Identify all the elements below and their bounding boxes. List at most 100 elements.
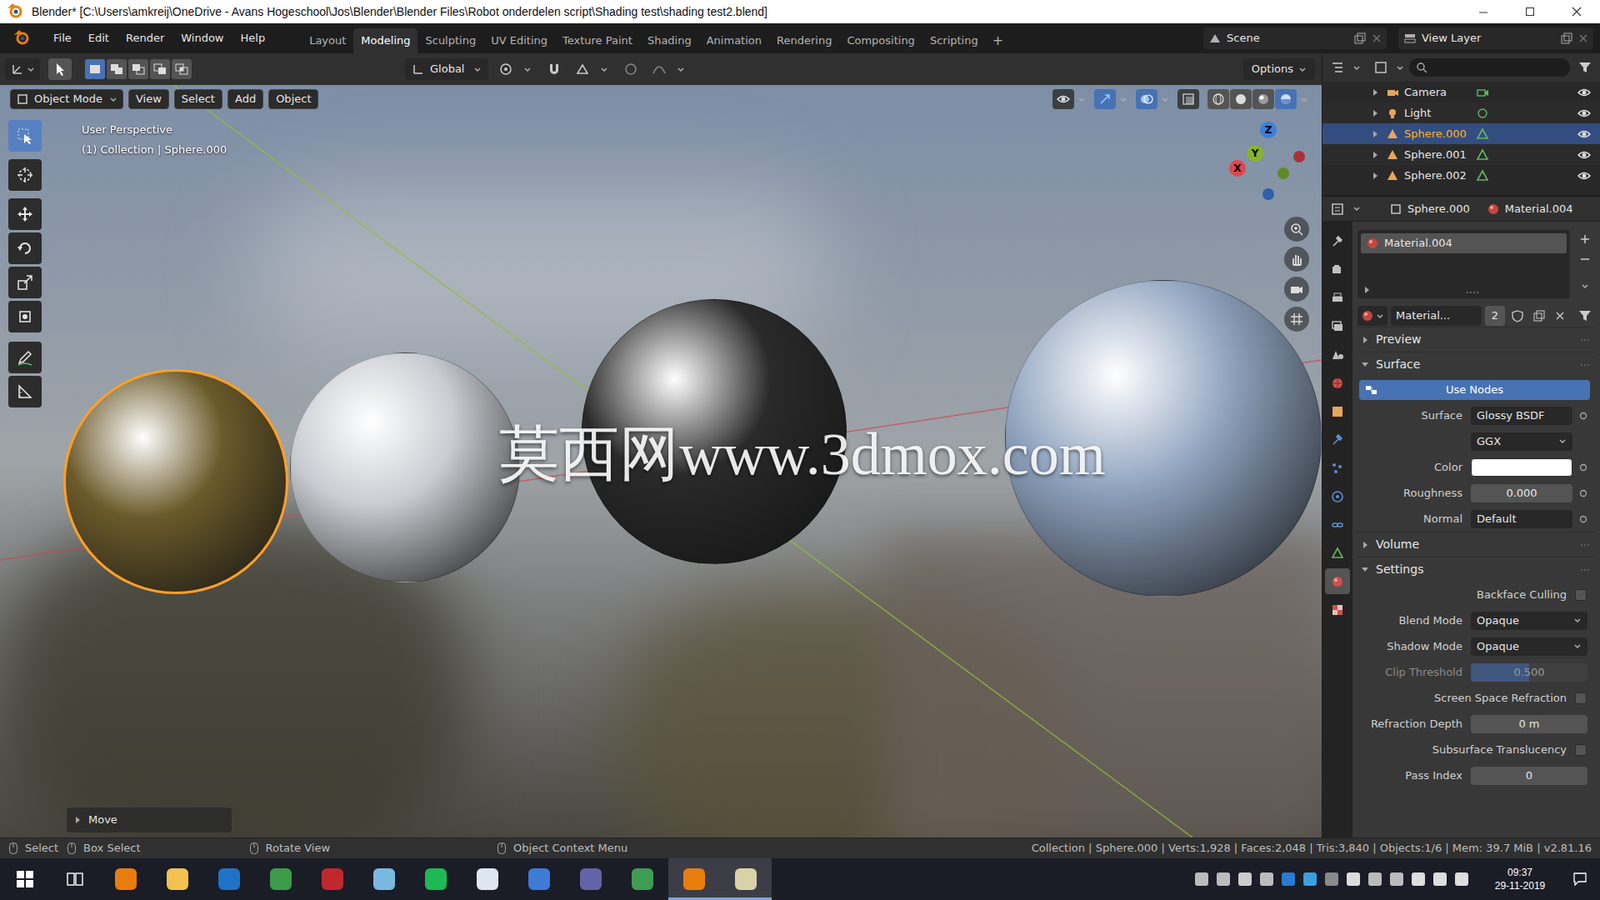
outliner-label[interactable]: Sphere.000 (1404, 125, 1476, 143)
mode-label[interactable]: Object Mode (34, 90, 105, 108)
taskbar-app[interactable] (616, 858, 669, 900)
socket-icon[interactable] (1577, 513, 1590, 525)
orientation-value[interactable]: Global (430, 60, 469, 78)
annotate-tool-icon[interactable] (8, 341, 42, 374)
measure-tool-icon[interactable] (8, 375, 42, 408)
socket-icon[interactable] (1577, 461, 1590, 474)
tray-icon[interactable] (1195, 872, 1209, 886)
tray-icon[interactable] (1325, 872, 1339, 886)
material-tab-icon[interactable] (1325, 568, 1350, 595)
gizmo-negative-axis[interactable] (1277, 167, 1290, 180)
overlay-icon[interactable] (1135, 89, 1158, 110)
properties-editor-icon[interactable] (1327, 200, 1348, 219)
world-tab-icon[interactable] (1325, 370, 1350, 396)
panel-title[interactable]: Settings (1375, 560, 1424, 579)
field-value[interactable]: Opaque (1476, 638, 1570, 655)
maximize-icon[interactable] (1506, 0, 1554, 24)
eye-icon[interactable] (1576, 127, 1592, 141)
output-tab-icon[interactable] (1325, 285, 1350, 311)
app-menu[interactable] (0, 23, 45, 54)
slot-label[interactable]: Material.004 (1384, 235, 1453, 252)
panel-title[interactable]: Surface (1375, 355, 1420, 374)
socket-icon[interactable] (1577, 410, 1590, 422)
copy-icon[interactable] (1530, 305, 1549, 326)
gizmo-axis[interactable]: X (1229, 160, 1246, 177)
tray-icon[interactable] (1303, 872, 1317, 886)
outliner-label[interactable]: Camera (1404, 84, 1476, 101)
taskbar-app[interactable] (203, 858, 255, 900)
taskbar-app[interactable] (255, 858, 307, 900)
taskbar-app[interactable] (461, 858, 514, 900)
display-mode-icon[interactable] (1370, 58, 1391, 77)
tray-icon[interactable] (1411, 872, 1425, 886)
select-tool-icon[interactable] (8, 120, 42, 152)
taskbar-app[interactable] (720, 858, 772, 900)
date[interactable]: 29-11-2019 (1495, 879, 1546, 893)
cursor-tool-icon[interactable] (8, 159, 42, 191)
physics-tab-icon[interactable] (1325, 483, 1350, 510)
scene-name[interactable]: Scene (1226, 30, 1349, 47)
close-icon[interactable] (1553, 0, 1600, 24)
select-mode-intersect-icon[interactable] (171, 59, 192, 80)
tray-icon[interactable] (1368, 872, 1382, 886)
data-tab-icon[interactable] (1325, 540, 1350, 566)
panel-header[interactable]: Surface (1357, 351, 1595, 377)
panel-title[interactable]: Volume (1375, 535, 1420, 554)
panel-header[interactable]: Preview (1357, 326, 1595, 352)
panel-title[interactable]: Preview (1375, 330, 1422, 349)
field-value[interactable]: Default (1476, 510, 1567, 528)
rotate-tool-icon[interactable] (8, 232, 42, 265)
gizmo-icon[interactable] (1094, 89, 1116, 110)
pivot-icon[interactable] (495, 58, 517, 80)
clock[interactable]: 09:3729-11-2019 (1485, 865, 1555, 893)
outliner-search[interactable] (1409, 58, 1570, 77)
shading-wireframe-icon[interactable] (1207, 89, 1230, 110)
user-count[interactable]: 2 (1485, 305, 1505, 326)
dropdown-field[interactable]: Glossy BSDF (1470, 406, 1573, 425)
dropdown-field[interactable]: Opaque (1470, 637, 1588, 656)
filter-icon[interactable] (1575, 58, 1595, 77)
outliner-row[interactable]: Sphere.002 (1322, 165, 1600, 186)
taskbar-app[interactable] (358, 858, 410, 900)
snap-icon[interactable] (543, 58, 565, 80)
outliner-row[interactable]: Sphere.000 (1322, 123, 1600, 145)
color-swatch[interactable] (1470, 458, 1573, 477)
menu-item[interactable]: Edit (80, 26, 118, 50)
viewport-menu[interactable]: Object (268, 89, 319, 110)
workspace-tab[interactable]: Scripting (922, 28, 986, 54)
grid-icon[interactable] (1284, 306, 1310, 332)
notification-icon[interactable] (1563, 858, 1597, 900)
material-browse[interactable] (1357, 305, 1388, 326)
filter-icon[interactable] (1575, 305, 1595, 326)
viewport[interactable]: Object ModeViewSelectAddObjectUser Persp… (0, 85, 1322, 838)
checkbox[interactable] (1575, 692, 1587, 705)
snap-target-icon[interactable] (571, 58, 594, 80)
sphere[interactable] (63, 369, 289, 595)
button-label[interactable]: Use Nodes (1377, 381, 1590, 399)
view-layer-selector[interactable]: View Layer (1398, 27, 1594, 50)
outliner-label[interactable]: Sphere.001 (1404, 146, 1476, 164)
add-icon[interactable] (1575, 230, 1595, 249)
view-layer-name[interactable]: View Layer (1421, 30, 1555, 47)
slider-field[interactable]: 0.000 (1470, 484, 1573, 503)
task-view-icon[interactable] (50, 858, 100, 900)
dropdown-field[interactable]: Opaque (1470, 611, 1588, 630)
object-tab-icon[interactable] (1325, 398, 1350, 425)
tray-icon[interactable] (1216, 872, 1230, 886)
taskbar-app[interactable] (306, 858, 359, 900)
outliner-row[interactable]: Sphere.001 (1322, 144, 1600, 165)
outliner-label[interactable]: Sphere.002 (1404, 167, 1476, 185)
shading-rendered-icon[interactable] (1275, 89, 1297, 110)
sphere[interactable] (290, 352, 520, 583)
workspace-tab[interactable]: Rendering (769, 28, 840, 54)
select-mode-difference-icon[interactable] (150, 59, 170, 80)
taskbar-app[interactable] (151, 858, 204, 900)
view_layer-tab-icon[interactable] (1325, 313, 1350, 340)
time[interactable]: 09:37 (1507, 865, 1533, 880)
last-operator-panel[interactable]: Move (66, 807, 232, 833)
material-slot[interactable]: Material.004 (1360, 233, 1567, 254)
taskbar-app[interactable] (565, 858, 617, 900)
minimize-icon[interactable] (1460, 0, 1507, 24)
orientation-dropdown[interactable]: Global (405, 58, 489, 80)
tray-icon[interactable] (1281, 872, 1295, 886)
